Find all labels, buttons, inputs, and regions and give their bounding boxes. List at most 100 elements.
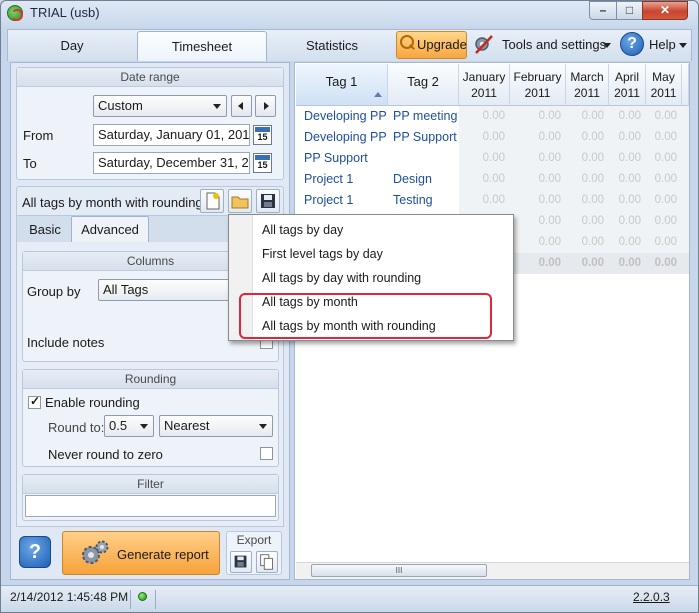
column-header-month[interactable]: January 2011 [459,64,510,106]
chevron-down-icon [603,43,611,48]
save-icon [261,194,275,208]
cell-hours[interactable]: 0.00 [609,106,641,127]
cell-hours[interactable]: 0.00 [566,232,604,253]
previous-range-button[interactable] [231,95,252,117]
cell-tag2[interactable]: Testing [393,190,457,211]
new-document-icon [206,192,220,210]
cell-hours[interactable]: 0.00 [459,190,505,211]
menu-item-all-tags-by-day[interactable]: All tags by day [262,218,343,242]
cell-hours[interactable]: 0.00 [566,148,604,169]
new-report-button[interactable] [200,189,224,213]
cell-tag1[interactable]: Developing PP [304,127,386,148]
cell-hours[interactable]: 0.00 [510,232,561,253]
version-link[interactable]: 2.2.0.3 [633,590,670,604]
filter-header: Filter [23,475,278,494]
calendar-icon[interactable]: 15 [253,125,272,145]
help-icon[interactable]: ? [19,536,51,568]
cell-hours[interactable]: 0.00 [510,190,561,211]
cell-total: 0.00 [618,257,641,269]
cell-hours[interactable]: 0.00 [510,169,561,190]
cell-tag2[interactable]: PP Support [393,127,457,148]
column-header-month[interactable]: May 2011 [646,64,682,106]
export-label: Export [236,533,272,547]
menu-item-first-level-tags-by-day[interactable]: First level tags by day [262,242,383,266]
column-header-month[interactable]: April 2011 [609,64,646,106]
export-copy-button[interactable] [256,551,278,573]
cell-hours[interactable]: 0.00 [609,127,641,148]
cell-hours[interactable]: 0.00 [646,106,677,127]
cell-hours[interactable]: 0.00 [646,232,677,253]
cell-hours[interactable]: 0.00 [646,148,677,169]
cell-hours[interactable]: 0.00 [646,190,677,211]
cell-hours[interactable]: 0.00 [646,127,677,148]
open-report-button[interactable] [228,189,252,213]
cell-tag1[interactable]: Project 1 [304,190,386,211]
chevron-down-icon [679,43,687,48]
tab-statistics[interactable]: Statistics [268,31,396,61]
save-report-button[interactable] [256,189,280,213]
cell-tag2[interactable] [393,148,457,169]
column-header-tag1[interactable]: Tag 1 [296,64,388,106]
cell-hours[interactable]: 0.00 [609,232,641,253]
cell-hours[interactable]: 0.00 [646,211,677,232]
cell-tag2[interactable]: Design [393,169,457,190]
tab-day[interactable]: Day [8,31,136,61]
status-led-icon [138,592,147,601]
cell-tag1[interactable]: Project 1 [304,169,386,190]
cell-hours[interactable]: 0.00 [646,169,677,190]
cell-hours[interactable]: 0.00 [510,127,561,148]
cell-hours[interactable]: 0.00 [459,106,505,127]
cell-hours[interactable]: 0.00 [609,148,641,169]
cell-hours[interactable]: 0.00 [566,169,604,190]
enable-rounding-checkbox[interactable] [28,394,41,409]
export-save-button[interactable] [230,551,252,573]
cell-tag2[interactable]: PP meeting [393,106,457,127]
round-to-select[interactable]: 0.5 [104,415,154,437]
tab-timesheet[interactable]: Timesheet [137,31,267,61]
scrollbar-thumb[interactable]: III [311,564,487,577]
cell-hours[interactable]: 0.00 [566,211,604,232]
cell-hours[interactable]: 0.00 [510,211,561,232]
from-date-input[interactable]: Saturday, January 01, 2011 [93,124,250,146]
maximize-button[interactable]: □ [616,1,643,20]
cell-hours[interactable]: 0.00 [459,127,505,148]
cell-hours[interactable]: 0.00 [566,127,604,148]
round-to-label: Round to: [48,420,105,435]
copy-icon [260,554,273,570]
menu-item-all-tags-by-day-rounding[interactable]: All tags by day with rounding [262,266,421,290]
column-header-tag2[interactable]: Tag 2 [388,64,459,106]
minimize-button[interactable]: – [589,1,617,20]
chevron-down-icon [259,424,267,429]
column-header-month[interactable]: March 2011 [566,64,609,106]
filter-input[interactable] [25,495,276,517]
app-icon [7,5,23,21]
group-by-value: All Tags [103,282,149,297]
help-button[interactable]: Help [617,31,690,59]
cell-total: 0.00 [581,257,604,269]
cell-tag1[interactable]: PP Support [304,148,386,169]
status-separator [155,590,156,609]
tools-settings-button[interactable]: Tools and settings [470,31,613,59]
cell-hours[interactable]: 0.00 [609,211,641,232]
cell-hours[interactable]: 0.00 [609,169,641,190]
cell-hours[interactable]: 0.00 [459,169,505,190]
date-preset-value: Custom [98,98,143,113]
to-date-input[interactable]: Saturday, December 31, 2011 [93,152,250,174]
cell-hours[interactable]: 0.00 [566,190,604,211]
date-preset-select[interactable]: Custom [93,95,227,117]
subtab-advanced[interactable]: Advanced [71,216,149,243]
never-round-zero-checkbox[interactable] [260,447,273,460]
cell-hours[interactable]: 0.00 [510,106,561,127]
close-button[interactable]: ✕ [642,1,688,20]
subtab-basic[interactable]: Basic [20,218,70,242]
round-mode-select[interactable]: Nearest [159,415,273,437]
calendar-icon[interactable]: 15 [253,153,272,173]
next-range-button[interactable] [255,95,276,117]
cell-tag1[interactable]: Developing PP [304,106,386,127]
cell-hours[interactable]: 0.00 [510,148,561,169]
cell-hours[interactable]: 0.00 [459,148,505,169]
cell-hours[interactable]: 0.00 [566,106,604,127]
column-header-month[interactable]: February 2011 [510,64,566,106]
group-by-label: Group by [27,284,81,299]
cell-hours[interactable]: 0.00 [609,190,641,211]
